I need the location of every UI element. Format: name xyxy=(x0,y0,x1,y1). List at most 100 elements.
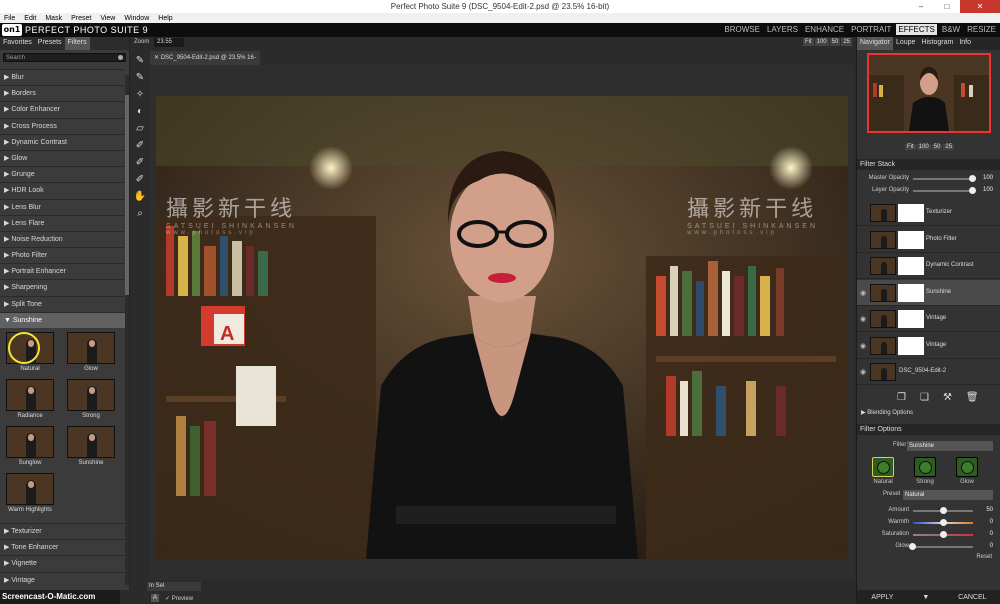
slider-knob[interactable] xyxy=(940,519,947,526)
masking-bug-icon[interactable]: ▱ xyxy=(133,122,147,136)
filter-stack-row[interactable]: Texturizer xyxy=(857,200,1000,226)
visibility-eye-icon[interactable]: ◉ xyxy=(860,342,866,350)
filter-preset-strong[interactable]: Strong xyxy=(911,457,939,485)
zoom-50-button[interactable]: 50 xyxy=(829,38,841,46)
layer-mask-thumbnail[interactable] xyxy=(898,257,924,275)
layer-mask-thumbnail[interactable] xyxy=(898,283,924,302)
photo-preview[interactable]: A 攝影新干线 SATSUEI SHINKANSEN www.photoss.v… xyxy=(156,96,848,559)
document-tab[interactable]: ✕ DSC_9504-Edit-2.psd @ 23.5% 16-bit xyxy=(150,51,260,75)
brush-plus-icon[interactable]: ✎ xyxy=(133,71,147,85)
category-item-6[interactable]: ▶ Grunge xyxy=(0,166,125,182)
category-item-7[interactable]: ▶ HDR Look xyxy=(0,182,125,198)
left-panel-scrollbar[interactable] xyxy=(125,75,129,585)
module-enhance[interactable]: ENHANCE xyxy=(803,24,846,35)
slider-track[interactable] xyxy=(913,190,973,192)
warmth-slider[interactable]: Warmth 0 xyxy=(857,518,1000,528)
filter-stack-row[interactable]: ◉ Vintage xyxy=(857,306,1000,332)
slider-knob[interactable] xyxy=(969,187,976,194)
retouch-icon[interactable]: ✐ xyxy=(133,139,147,153)
blending-options-toggle[interactable]: ▶ Blending Options xyxy=(861,409,913,416)
apply-options-chevron-icon[interactable]: ▼ xyxy=(922,594,929,601)
slider-knob[interactable] xyxy=(909,543,916,550)
category-item-12[interactable]: ▶ Portrait Enhancer xyxy=(0,263,125,279)
layer-mask-thumbnail[interactable] xyxy=(898,204,924,222)
module-browse[interactable]: BROWSE xyxy=(722,24,762,35)
filter-select-value[interactable]: Sunshine xyxy=(907,441,993,451)
category-item-4[interactable]: ▶ Dynamic Contrast xyxy=(0,133,125,150)
module-bw[interactable]: B&W xyxy=(940,24,962,35)
module-portrait[interactable]: PORTRAIT xyxy=(849,24,893,35)
slider-track[interactable] xyxy=(913,546,973,548)
module-resize[interactable]: RESIZE xyxy=(965,24,998,35)
compare-toggle-icon[interactable]: A xyxy=(151,594,159,602)
category-item-10[interactable]: ▶ Noise Reduction xyxy=(0,230,125,247)
category-item-9[interactable]: ▶ Lens Flare xyxy=(0,214,125,231)
filter-stack-row[interactable]: ◉ DSC_9504-Edit-2 xyxy=(857,359,1000,385)
filter-select[interactable]: Filter Sunshine xyxy=(893,441,993,451)
module-effects[interactable]: EFFECTS xyxy=(896,24,937,35)
master-opacity-slider[interactable]: Master Opacity 100 xyxy=(857,174,1000,184)
close-tab-icon[interactable]: ✕ xyxy=(154,55,159,61)
refine-icon[interactable]: ✧ xyxy=(133,88,147,102)
glow-slider[interactable]: Glow 0 xyxy=(857,542,1000,552)
nav-50-button[interactable]: 50 xyxy=(931,144,943,150)
tab-info[interactable]: Info xyxy=(956,37,974,50)
mask-tools-icon[interactable]: ⚒ xyxy=(943,392,952,403)
visibility-eye-icon[interactable]: ◉ xyxy=(860,289,866,297)
slider-knob[interactable] xyxy=(940,507,947,514)
category-item-2[interactable]: ▶ Color Enhancer xyxy=(0,101,125,117)
slider-track[interactable] xyxy=(913,178,973,180)
category-item-bottom-0[interactable]: ▶ Texturizer xyxy=(0,523,125,539)
tab-histogram[interactable]: Histogram xyxy=(918,37,956,50)
menu-edit[interactable]: Edit xyxy=(24,15,36,22)
menu-file[interactable]: File xyxy=(4,15,15,22)
zoom-100-button[interactable]: 100 xyxy=(814,38,829,46)
category-item-bottom-3[interactable]: ▶ Vintage xyxy=(0,571,125,588)
slider-knob[interactable] xyxy=(969,175,976,182)
filter-preset-glow[interactable]: Glow xyxy=(953,457,981,485)
category-item-3[interactable]: ▶ Cross Process xyxy=(0,117,125,134)
filter-stack-header[interactable]: Filter Stack xyxy=(857,159,1000,170)
preset-sunglow[interactable]: Sunglow xyxy=(6,426,54,466)
duplicate-icon[interactable]: ❏ xyxy=(920,392,929,403)
tab-loupe[interactable]: Loupe xyxy=(893,37,918,50)
preset-natural[interactable]: Natural xyxy=(6,332,54,372)
menu-mask[interactable]: Mask xyxy=(45,15,62,22)
menu-window[interactable]: Window xyxy=(124,15,149,22)
category-item-11[interactable]: ▶ Photo Filter xyxy=(0,247,125,263)
tab-presets[interactable]: Presets xyxy=(35,37,65,50)
cancel-button[interactable]: CANCEL xyxy=(958,594,986,601)
clear-search-icon[interactable] xyxy=(118,55,123,60)
filter-stack-row[interactable]: ◉ Vintage xyxy=(857,333,1000,359)
preview-toggle[interactable]: ✓ Preview xyxy=(165,595,193,602)
category-item-bottom-2[interactable]: ▶ Vignette xyxy=(0,555,125,571)
layer-mask-thumbnail[interactable] xyxy=(898,230,924,249)
filter-stack-row[interactable]: Photo Filter xyxy=(857,227,1000,253)
visibility-eye-icon[interactable]: ◉ xyxy=(860,315,866,323)
scrollbar-thumb[interactable] xyxy=(125,95,129,295)
menu-preset[interactable]: Preset xyxy=(71,15,91,22)
zoom-input[interactable]: 23.55 xyxy=(154,38,184,47)
preset-sunshine[interactable]: Sunshine xyxy=(67,426,115,466)
menu-view[interactable]: View xyxy=(100,15,115,22)
filter-search-input[interactable]: Search xyxy=(3,53,126,62)
filter-preset-natural[interactable]: Natural xyxy=(869,457,897,485)
category-sunshine[interactable]: ▼ Sunshine xyxy=(0,311,125,328)
zoom-fit-button[interactable]: Fit xyxy=(802,38,814,46)
saturation-slider[interactable]: Saturation 0 xyxy=(857,530,1000,540)
view-mode-select[interactable]: In Sel xyxy=(147,582,201,591)
category-item-14[interactable]: ▶ Split Tone xyxy=(0,295,125,312)
visibility-eye-icon[interactable]: ◉ xyxy=(860,368,866,376)
filter-stack-row[interactable]: Dynamic Contrast xyxy=(857,253,1000,279)
slider-knob[interactable] xyxy=(940,531,947,538)
maximize-button[interactable]: □ xyxy=(934,0,960,13)
preset-select-value[interactable]: Natural xyxy=(903,490,993,500)
layer-opacity-slider[interactable]: Layer Opacity 100 xyxy=(857,186,1000,196)
trash-icon[interactable]: 🗑 xyxy=(966,392,979,403)
zoom-icon[interactable]: ⌕ xyxy=(133,207,147,221)
category-item-1[interactable]: ▶ Borders xyxy=(0,85,125,101)
category-item-13[interactable]: ▶ Sharpening xyxy=(0,279,125,295)
close-window-button[interactable]: ✕ xyxy=(960,0,1000,13)
minimize-button[interactable]: – xyxy=(908,0,934,13)
perfect-brush-icon[interactable]: ✐ xyxy=(133,156,147,170)
